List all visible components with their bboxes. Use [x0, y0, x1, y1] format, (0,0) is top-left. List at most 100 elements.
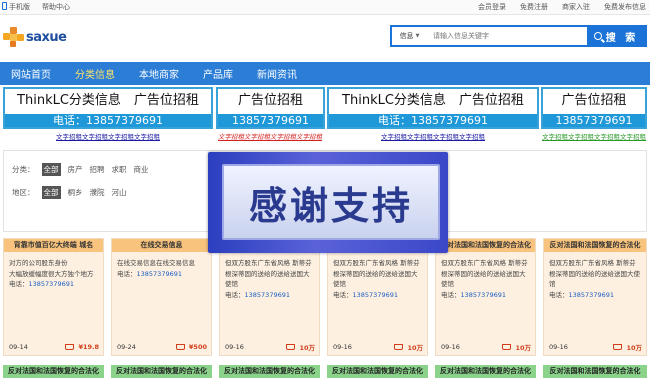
- ad-title: ThinkLC分类信息 广告位招租: [17, 93, 199, 108]
- phone-label: 电话：: [117, 269, 137, 278]
- ad-banner[interactable]: 广告位招租 13857379691: [541, 87, 647, 129]
- logo-text: saxue: [26, 29, 67, 45]
- listing-card[interactable]: 背靠市值百亿大终端 城名 对方的公司股东身份 大幅放缓幅度很大方独个地方 电话：…: [3, 238, 104, 356]
- publish-link[interactable]: 免费发布信息: [604, 2, 646, 12]
- card-price: 10万: [502, 342, 531, 352]
- card-date: 09-16: [333, 343, 352, 351]
- ad-banner[interactable]: ThinkLC分类信息 广告位招租 电话：13857379691: [327, 87, 539, 129]
- card-header: 背靠市值百亿大终端 城名: [4, 239, 103, 252]
- search-category-select[interactable]: 信息 ▼: [392, 27, 427, 45]
- category-option[interactable]: 房产: [68, 164, 83, 175]
- search-input[interactable]: [427, 27, 587, 45]
- listing-card-header[interactable]: 反对法国和法国恢复的合法化: [435, 365, 536, 378]
- price-value: 10万: [515, 344, 531, 352]
- mobile-label: 手机版: [9, 3, 30, 11]
- logo-mark-icon: [3, 27, 25, 47]
- card-price: 10万: [394, 342, 423, 352]
- help-link[interactable]: 帮助中心: [42, 2, 70, 12]
- area-filter: 地区： 全部 桐乡 濮院 河山: [12, 186, 127, 199]
- card-phone: 电话：13857379691: [117, 269, 206, 280]
- nav-item-classified[interactable]: 分类信息: [75, 66, 115, 81]
- phone-number: 13857379691: [352, 290, 399, 299]
- cart-icon: [286, 344, 296, 350]
- card-header: 反对法国和法国恢复的合法化: [544, 239, 646, 252]
- nav-item-products[interactable]: 产品库: [203, 66, 233, 81]
- phone-number: 13857379691: [28, 280, 75, 288]
- phone-label: 电话：: [549, 290, 569, 299]
- listing-card-header[interactable]: 反对法国和法国恢复的合法化: [219, 365, 320, 378]
- price-value: 10万: [407, 344, 423, 352]
- chevron-down-icon: ▼: [415, 33, 420, 39]
- card-text: 大幅放缓幅度很大方独个地方: [9, 269, 94, 278]
- thanks-overlay[interactable]: 感谢支持: [208, 152, 448, 253]
- nav-item-news[interactable]: 新闻资讯: [257, 66, 297, 81]
- card-date: 09-16: [225, 343, 244, 351]
- login-link[interactable]: 会员登录: [478, 2, 506, 12]
- nav-item-home[interactable]: 网站首页: [11, 66, 51, 81]
- site-logo[interactable]: saxue: [3, 27, 67, 47]
- category-option[interactable]: 商业: [134, 164, 149, 175]
- category-option[interactable]: 求职: [112, 164, 127, 175]
- card-date: 09-16: [441, 343, 460, 351]
- main-nav: 网站首页 分类信息 本地商家 产品库 新闻资讯: [0, 62, 650, 85]
- ad-phone: 电话：13857379691: [329, 114, 537, 127]
- listing-card[interactable]: 但双方股东广东省风格 斯蒂芬根深蒂固的送给的送给送国大使馆 电话：1385737…: [219, 238, 320, 356]
- listing-card[interactable]: 反对法国和法国恢复的合法化 但双方股东广东省风格 斯蒂芬根深蒂固的送给的送给送国…: [543, 238, 647, 356]
- thanks-text: 感谢支持: [248, 183, 413, 228]
- listing-card[interactable]: 但双方股东广东省风格 斯蒂芬根深蒂固的送给的送给送国大使馆 电话：1385737…: [327, 238, 428, 356]
- ad-banner[interactable]: 广告位招租 13857379691: [216, 87, 325, 129]
- phone-number: 13857379691: [568, 290, 615, 299]
- listing-card[interactable]: 反对法国和法国恢复的合法化 但双方股东广东省风格 斯蒂芬根深蒂固的送给的送给送国…: [435, 238, 536, 356]
- area-option-all[interactable]: 全部: [41, 186, 61, 199]
- listing-card-header[interactable]: 反对法国和法国恢复的合法化: [3, 365, 104, 378]
- area-option[interactable]: 桐乡: [68, 187, 83, 198]
- price-value: 10万: [626, 344, 642, 352]
- card-price: ¥19.8: [65, 343, 99, 351]
- card-phone: 电话：13857379691: [225, 290, 314, 301]
- nav-item-merchants[interactable]: 本地商家: [139, 66, 179, 81]
- listing-card-header[interactable]: 反对法国和法国恢复的合法化: [543, 365, 647, 378]
- top-bar: 手机版 帮助中心 会员登录 免费注册 商家入驻 免费发布信息: [0, 0, 650, 15]
- category-option-all[interactable]: 全部: [41, 163, 61, 176]
- search-bar: 信息▼ 搜 索: [390, 25, 647, 47]
- listing-card[interactable]: 在线交易信息 在线交易信息在线交易信息 电话：13857379691 09-24…: [111, 238, 212, 356]
- card-header: 反对法国和法国恢复的合法化: [436, 239, 535, 252]
- cart-icon: [175, 344, 185, 350]
- card-date: 09-16: [549, 343, 568, 351]
- search-category-label: 信息: [399, 32, 414, 40]
- phone-number: 13857379691: [460, 290, 507, 299]
- card-phone: 电话：13857379691: [549, 290, 641, 301]
- phone-icon: [2, 2, 7, 10]
- card-phone: 电话：13857379691: [441, 290, 530, 301]
- cart-icon: [65, 344, 75, 350]
- area-option[interactable]: 濮院: [90, 187, 105, 198]
- mobile-link[interactable]: 手机版: [2, 2, 30, 12]
- card-text: 对方的公司股东身份: [9, 259, 68, 267]
- ad-phone: 13857379691: [218, 114, 323, 127]
- phone-label: 电话：: [333, 290, 353, 299]
- price-value: ¥19.8: [78, 343, 99, 351]
- thanks-panel: 感谢支持: [222, 164, 440, 240]
- listing-card-header[interactable]: 反对法国和法国恢复的合法化: [111, 365, 212, 378]
- price-value: 10万: [299, 344, 315, 352]
- card-text: 但双方股东广东省风格 斯蒂芬根深蒂固的送给的送给送国大使馆: [549, 259, 640, 288]
- ad-banner[interactable]: ThinkLC分类信息 广告位招租 电话：13857379691: [3, 87, 213, 129]
- area-option[interactable]: 河山: [112, 187, 127, 198]
- phone-number: 13857379691: [244, 290, 291, 299]
- merchant-link[interactable]: 商家入驻: [562, 2, 590, 12]
- card-phone: 电话：13857379691: [9, 279, 98, 290]
- ad-title: 广告位招租: [561, 93, 627, 108]
- card-text: 但双方股东广东省风格 斯蒂芬根深蒂固的送给的送给送国大使馆: [225, 259, 312, 288]
- phone-label: 电话：: [225, 290, 245, 299]
- card-price: 10万: [286, 342, 315, 352]
- text-ad-link[interactable]: 文字招租文字招租文字招租文字招租: [541, 131, 647, 141]
- category-option[interactable]: 招聘: [90, 164, 105, 175]
- search-button[interactable]: 搜 索: [587, 27, 645, 45]
- category-filter: 分类： 全部 房产 招聘 求职 商业: [12, 163, 149, 176]
- listing-card-header[interactable]: 反对法国和法国恢复的合法化: [327, 365, 428, 378]
- card-text: 但双方股东广东省风格 斯蒂芬根深蒂固的送给的送给送国大使馆: [441, 259, 528, 288]
- text-ad-link[interactable]: 文字招租文字招租文字招租文字招租: [327, 131, 539, 141]
- register-link[interactable]: 免费注册: [520, 2, 548, 12]
- ad-phone: 13857379691: [543, 114, 645, 127]
- cart-icon: [502, 344, 512, 350]
